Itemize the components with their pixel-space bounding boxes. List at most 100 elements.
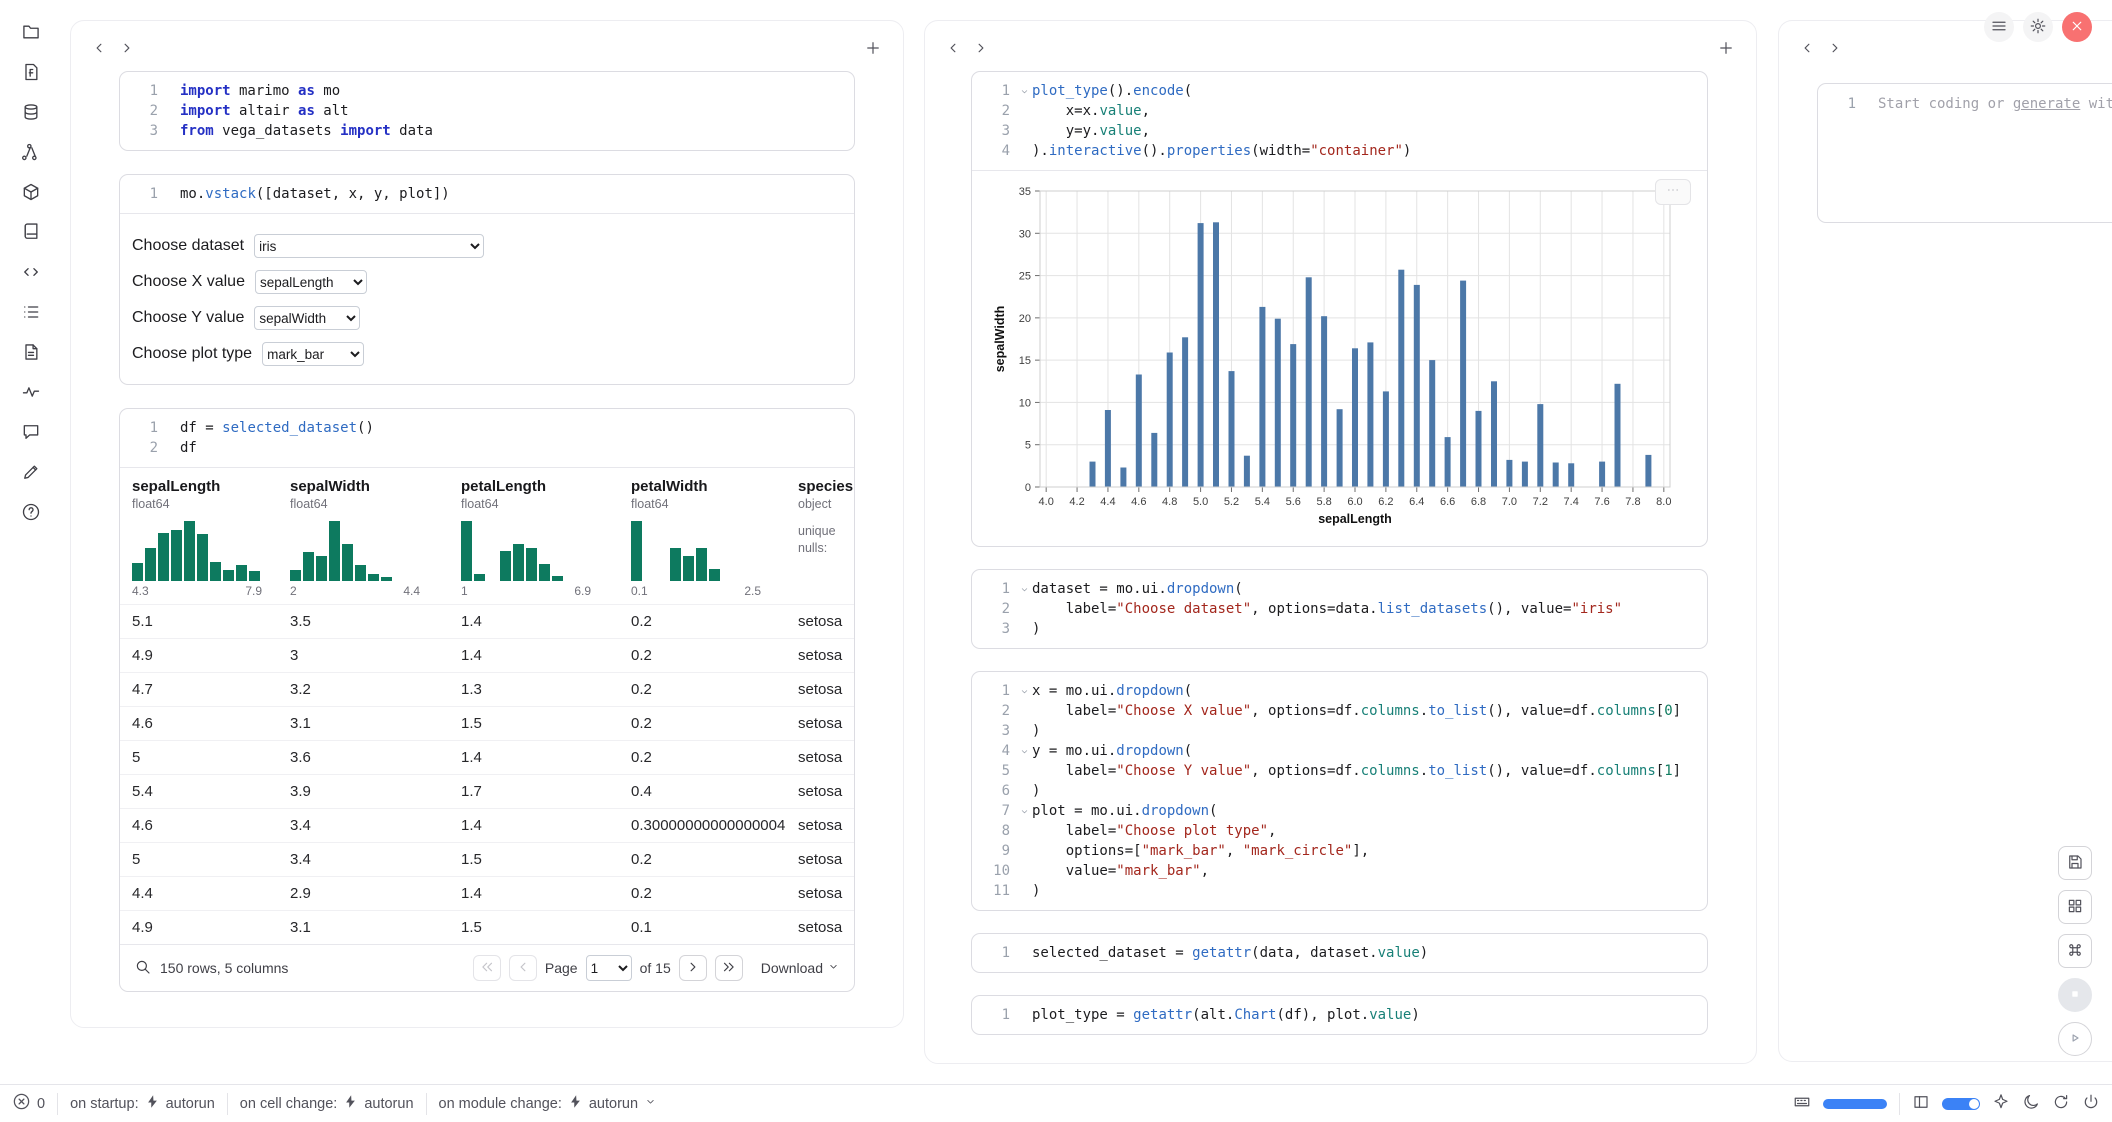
- chevron-right-icon: [972, 39, 990, 60]
- mode-toggle[interactable]: [1942, 1098, 1980, 1110]
- search-icon[interactable]: [134, 958, 152, 979]
- svg-text:7.2: 7.2: [1533, 496, 1548, 508]
- marimo-file-button[interactable]: [13, 60, 49, 86]
- restart-kernel-button[interactable]: [2052, 1093, 2070, 1114]
- cell-vstack: 1mo.vstack([dataset, x, y, plot]) Choose…: [119, 174, 855, 385]
- save-icon: [2066, 853, 2084, 874]
- code-editor-imports[interactable]: 1import marimo as mo2import altair as al…: [120, 72, 854, 150]
- code-editor-df[interactable]: 1df = selected_dataset()2df: [120, 409, 854, 467]
- tracing-button[interactable]: [13, 380, 49, 406]
- altair-bar-chart[interactable]: 4.04.24.44.64.85.05.25.45.65.86.06.26.46…: [990, 181, 1697, 538]
- table-cell: 3.4: [290, 809, 461, 842]
- shutdown-button[interactable]: [2082, 1093, 2100, 1114]
- table-cell: 5: [132, 741, 290, 774]
- chat-button[interactable]: [13, 420, 49, 446]
- fold-chevron-icon[interactable]: [1016, 81, 1032, 101]
- generate-link[interactable]: generate: [2013, 96, 2080, 112]
- code-editor-plot-type[interactable]: 1plot_type = getattr(alt.Chart(df), plot…: [972, 996, 1707, 1034]
- panel-toggle-button[interactable]: [1912, 1093, 1930, 1114]
- download-button[interactable]: Download: [761, 960, 840, 976]
- column-move-right-button[interactable]: [967, 36, 995, 62]
- plot-type-select[interactable]: mark_bar: [262, 342, 364, 366]
- command-palette-button[interactable]: [2058, 934, 2092, 968]
- snippets-button[interactable]: [13, 260, 49, 286]
- fold-chevron-icon[interactable]: [1016, 579, 1032, 599]
- column-header[interactable]: speciesobject: [798, 468, 854, 511]
- logs-button[interactable]: [13, 300, 49, 326]
- scratchpad-button[interactable]: [13, 340, 49, 366]
- fold-chevron-icon[interactable]: [1016, 681, 1032, 701]
- code-editor-vstack[interactable]: 1mo.vstack([dataset, x, y, plot]): [120, 175, 854, 213]
- column-header[interactable]: petalLengthfloat64: [461, 468, 631, 511]
- keyboard-shortcuts-button[interactable]: [1793, 1093, 1811, 1114]
- column-header[interactable]: sepalLengthfloat64: [132, 468, 290, 511]
- line-number: 8: [980, 821, 1016, 841]
- table-cell: 0.30000000000000004: [631, 809, 798, 842]
- file-explorer-button[interactable]: [13, 20, 49, 46]
- column-move-left-button[interactable]: [1793, 36, 1821, 62]
- code-editor-dataset[interactable]: 1dataset = mo.ui.dropdown(2 label="Choos…: [972, 570, 1707, 648]
- add-cell-button[interactable]: [1712, 36, 1740, 62]
- grid-icon: [2066, 897, 2084, 918]
- on-cell-change-chip[interactable]: on cell change: autorun: [240, 1094, 414, 1113]
- table-cell: setosa: [798, 605, 854, 638]
- notebook-menu-button[interactable]: [1984, 12, 2014, 42]
- table-cell: 1.5: [461, 707, 631, 740]
- chevron-left-icon: [514, 958, 532, 979]
- layout-grid-button[interactable]: [2058, 890, 2092, 924]
- table-cell: setosa: [798, 775, 854, 808]
- table-cell: 0.2: [631, 843, 798, 876]
- x-value-select[interactable]: sepalLength: [255, 270, 367, 294]
- svg-text:6.4: 6.4: [1409, 496, 1424, 508]
- datasources-button[interactable]: [13, 100, 49, 126]
- next-page-button[interactable]: [679, 955, 707, 981]
- svg-text:10: 10: [1019, 397, 1031, 409]
- last-page-button[interactable]: [715, 955, 743, 981]
- code-editor-dropdowns[interactable]: 1x = mo.ui.dropdown(2 label="Choose X va…: [972, 672, 1707, 910]
- page-select[interactable]: 1: [586, 955, 632, 981]
- stop-button[interactable]: [2058, 978, 2092, 1012]
- circle-x-icon: [12, 1092, 31, 1115]
- code-line: 8 label="Choose plot type",: [980, 821, 1695, 841]
- first-page-button[interactable]: [473, 955, 501, 981]
- column-2-header: [925, 21, 1756, 71]
- svg-text:sepalLength: sepalLength: [1318, 512, 1392, 526]
- table-cell: 3.1: [290, 911, 461, 944]
- code-line: 1x = mo.ui.dropdown(: [980, 681, 1695, 701]
- column-header[interactable]: petalWidthfloat64: [631, 468, 798, 511]
- packages-button[interactable]: [13, 180, 49, 206]
- code-editor-selected-dataset[interactable]: 1selected_dataset = getattr(data, datase…: [972, 934, 1707, 972]
- error-indicator[interactable]: 0: [12, 1092, 45, 1115]
- close-button[interactable]: [2062, 12, 2092, 42]
- on-startup-chip[interactable]: on startup: autorun: [70, 1094, 215, 1113]
- prev-page-button[interactable]: [509, 955, 537, 981]
- fold-chevron-icon[interactable]: [1016, 741, 1032, 761]
- svg-text:7.4: 7.4: [1564, 496, 1579, 508]
- svg-text:4.2: 4.2: [1069, 496, 1084, 508]
- y-value-select[interactable]: sepalWidth: [254, 306, 360, 330]
- theme-toggle-button[interactable]: [2022, 1093, 2040, 1114]
- documentation-button[interactable]: [13, 220, 49, 246]
- marimo-file-icon: [21, 62, 41, 85]
- save-button[interactable]: [2058, 846, 2092, 880]
- fold-chevron-icon[interactable]: [1016, 801, 1032, 821]
- column-move-left-button[interactable]: [939, 36, 967, 62]
- column-move-left-button[interactable]: [85, 36, 113, 62]
- run-all-button[interactable]: [2058, 1022, 2092, 1056]
- on-module-change-chip[interactable]: on module change: autorun: [439, 1094, 658, 1113]
- table-cell: 1.7: [461, 775, 631, 808]
- dataset-select[interactable]: iris: [254, 234, 484, 258]
- help-button[interactable]: [13, 500, 49, 526]
- chart-actions-button[interactable]: [1655, 179, 1691, 205]
- column-move-right-button[interactable]: [113, 36, 141, 62]
- ai-assistant-button[interactable]: [1992, 1093, 2010, 1114]
- column-header[interactable]: sepalWidthfloat64: [290, 468, 461, 511]
- new-cell-editor[interactable]: 1 Start coding or generate with AI: [1817, 83, 2112, 223]
- settings-button[interactable]: [2023, 12, 2053, 42]
- add-cell-button[interactable]: [859, 36, 887, 62]
- code-line: 3 y=y.value,: [980, 121, 1695, 141]
- dependency-graph-button[interactable]: [13, 140, 49, 166]
- column-move-right-button[interactable]: [1821, 36, 1849, 62]
- pen-button[interactable]: [13, 460, 49, 486]
- code-editor-chart[interactable]: 1plot_type().encode(2 x=x.value,3 y=y.va…: [972, 72, 1707, 170]
